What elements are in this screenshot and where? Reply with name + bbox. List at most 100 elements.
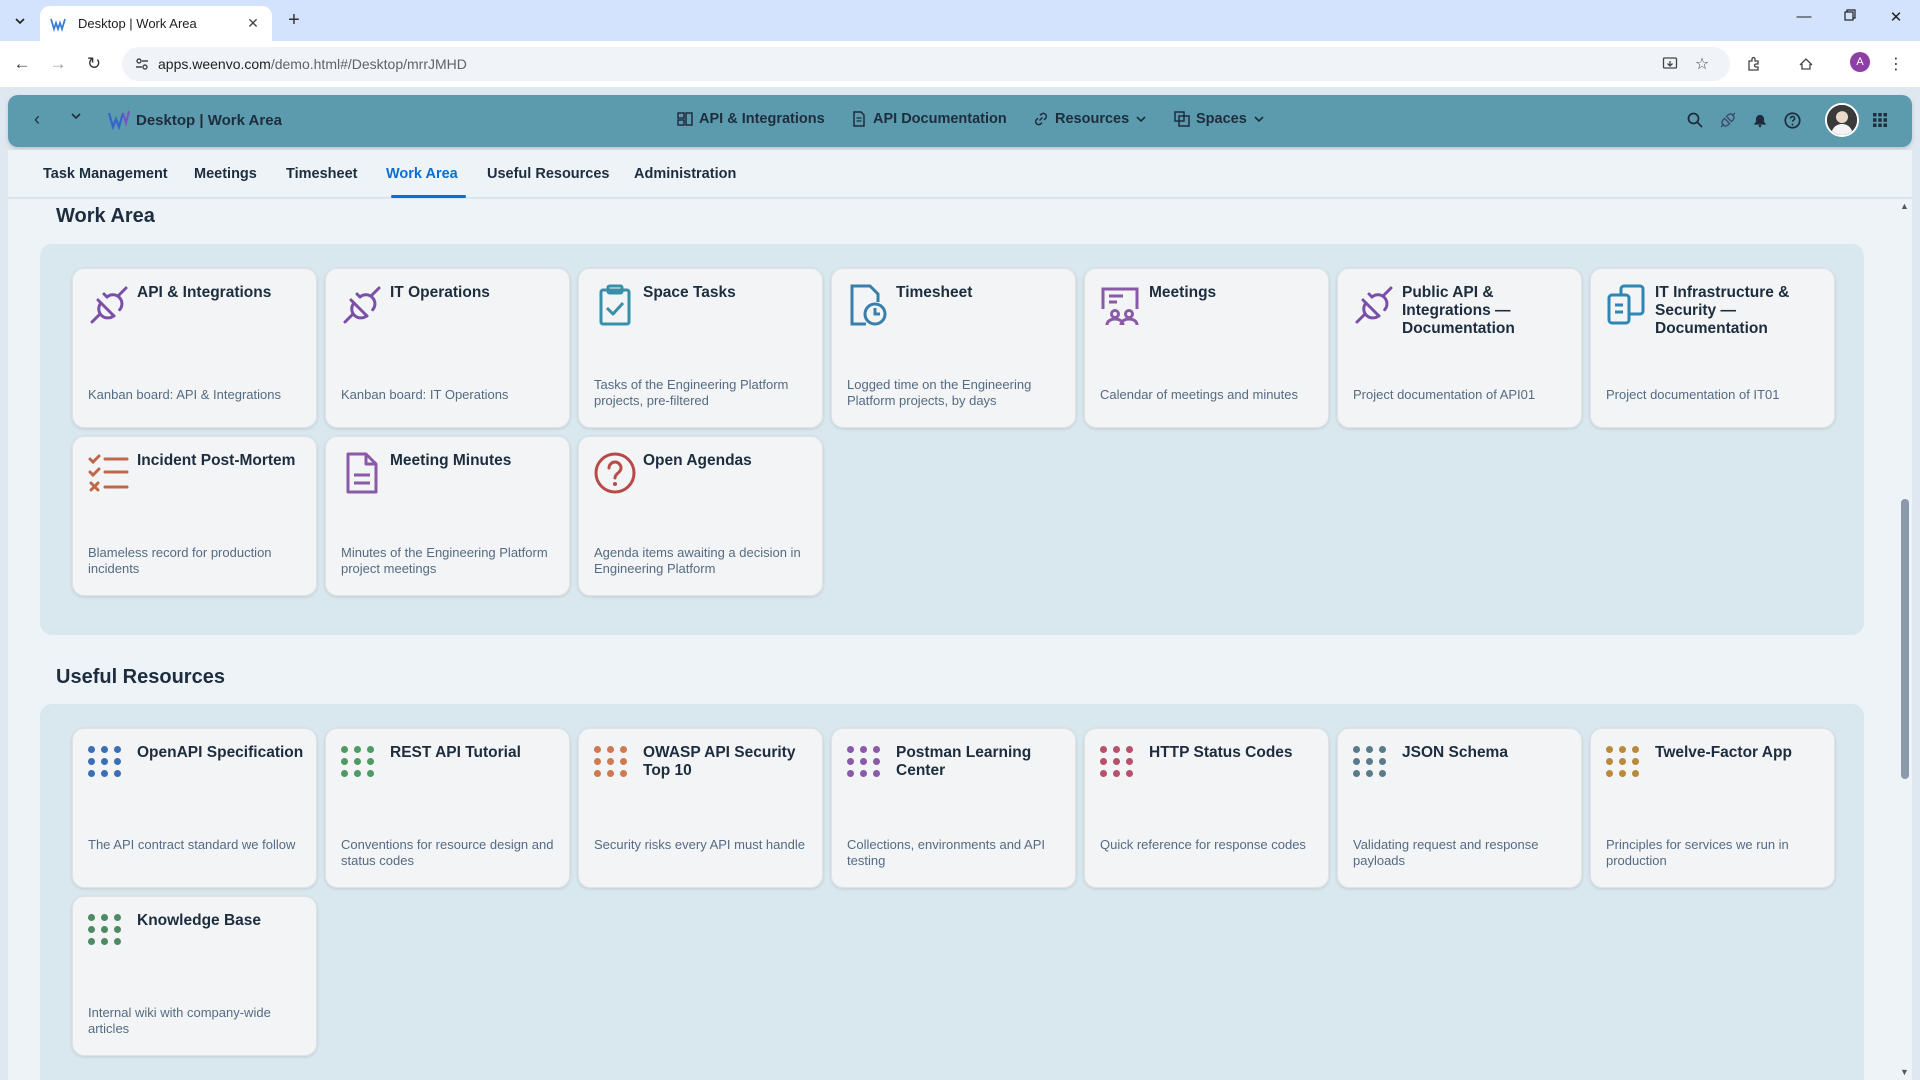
tab-useful-resources[interactable]: Useful Resources (487, 166, 610, 182)
dot (1379, 758, 1386, 765)
weenvo-favicon-icon (50, 18, 66, 32)
card-rest-api-tutorial[interactable]: REST API Tutorial Conventions for resour… (325, 728, 570, 888)
menu-resources[interactable]: Resources (1033, 111, 1147, 127)
card-json-schema[interactable]: JSON Schema Validating request and respo… (1337, 728, 1582, 888)
dots-grid-icon (341, 746, 381, 786)
documents-icon (1607, 284, 1645, 325)
card-it-infrastructure-documentation[interactable]: IT Infrastructure & Security — Documenta… (1590, 268, 1835, 428)
card-timesheet[interactable]: Timesheet Logged time on the Engineering… (831, 268, 1076, 428)
tab-search-chevron-icon[interactable] (8, 9, 32, 33)
active-tab-indicator (391, 195, 466, 198)
plug-icon[interactable] (1717, 109, 1739, 131)
weenvo-logo-icon (108, 110, 130, 130)
card-http-status-codes[interactable]: HTTP Status Codes Quick reference for re… (1084, 728, 1329, 888)
site-settings-icon[interactable] (134, 56, 150, 72)
card-public-api-documentation[interactable]: Public API & Integrations — Documentatio… (1337, 268, 1582, 428)
back-icon[interactable]: ← (10, 52, 34, 76)
bell-icon[interactable] (1749, 109, 1771, 131)
address-bar[interactable]: apps.weenvo.com/demo.html#/Desktop/mrrJM… (122, 47, 1730, 81)
card-title: Postman Learning Center (896, 744, 1032, 779)
menu-api-integrations[interactable]: API & Integrations (677, 111, 825, 127)
dot (1100, 746, 1107, 753)
close-window-icon[interactable]: ✕ (1884, 8, 1908, 26)
dot (607, 758, 614, 765)
dot (1606, 770, 1613, 777)
shell-dropdown-icon[interactable] (70, 109, 82, 125)
menu-spaces[interactable]: Spaces (1174, 111, 1265, 127)
url-text: apps.weenvo.com/demo.html#/Desktop/mrrJM… (158, 56, 467, 72)
dot (341, 758, 348, 765)
bookmark-star-icon[interactable]: ☆ (1690, 52, 1714, 76)
dot (341, 746, 348, 753)
tab-administration[interactable]: Administration (634, 166, 736, 182)
restore-icon[interactable] (1838, 8, 1862, 25)
profile-avatar[interactable]: A (1850, 52, 1870, 72)
minimize-icon[interactable]: — (1792, 8, 1816, 25)
menu-api-integrations-label: API & Integrations (699, 111, 825, 127)
scroll-down-icon[interactable]: ▼ (1900, 1067, 1909, 1077)
reload-icon[interactable]: ↻ (82, 52, 106, 76)
card-description: Kanban board: API & Integrations (88, 387, 281, 402)
dot (860, 758, 867, 765)
tab-meetings[interactable]: Meetings (194, 166, 257, 182)
card-description: Security risks every API must handle (594, 837, 805, 852)
apps-grid-icon[interactable] (1869, 109, 1891, 131)
dot (1379, 746, 1386, 753)
dot (114, 914, 121, 921)
install-app-icon[interactable] (1658, 52, 1682, 76)
user-avatar[interactable] (1825, 103, 1859, 137)
dot (114, 926, 121, 933)
dots-grid-icon (88, 914, 128, 954)
shell-back-icon[interactable]: ‹ (34, 109, 40, 130)
vertical-scrollbar[interactable]: ▲ ▼ (1898, 199, 1912, 1080)
dot (101, 938, 108, 945)
scroll-up-icon[interactable]: ▲ (1900, 201, 1909, 211)
tab-timesheet[interactable]: Timesheet (286, 166, 357, 182)
dot (1113, 746, 1120, 753)
card-knowledge-base[interactable]: Knowledge Base Internal wiki with compan… (72, 896, 317, 1056)
menu-resources-label: Resources (1055, 111, 1130, 127)
close-tab-icon[interactable]: ✕ (244, 15, 262, 32)
browser-menu-icon[interactable]: ⋮ (1884, 52, 1908, 76)
tab-work-area[interactable]: Work Area (386, 166, 458, 182)
extensions-icon[interactable] (1742, 52, 1766, 76)
dots-grid-icon (1353, 746, 1393, 786)
new-tab-icon[interactable]: + (282, 9, 306, 33)
card-openapi-specification[interactable]: OpenAPI Specification The API contract s… (72, 728, 317, 888)
card-api-integrations[interactable]: API & Integrations Kanban board: API & I… (72, 268, 317, 428)
dot (1353, 746, 1360, 753)
card-meetings[interactable]: Meetings Calendar of meetings and minute… (1084, 268, 1329, 428)
help-icon[interactable] (1781, 109, 1803, 131)
card-space-tasks[interactable]: Space Tasks Tasks of the Engineering Pla… (578, 268, 823, 428)
card-incident-post-mortem[interactable]: Incident Post-Mortem Blameless record fo… (72, 436, 317, 596)
card-it-operations[interactable]: IT Operations Kanban board: IT Operation… (325, 268, 570, 428)
browser-tab[interactable]: Desktop | Work Area ✕ (40, 6, 272, 41)
card-postman-learning-center[interactable]: Postman Learning Center Collections, env… (831, 728, 1076, 888)
browser-toolbar: ← → ↻ apps.weenvo.com/demo.html#/Desktop… (0, 41, 1920, 87)
card-description: Minutes of the Engineering Platform proj… (341, 545, 548, 576)
dot (88, 770, 95, 777)
card-owasp-api-security[interactable]: OWASP API Security Top 10 Security risks… (578, 728, 823, 888)
dot (101, 746, 108, 753)
dots-grid-icon (847, 746, 887, 786)
card-description: Calendar of meetings and minutes (1100, 387, 1299, 402)
forward-icon[interactable]: → (46, 52, 70, 76)
card-description: Conventions for resource design and stat… (341, 837, 554, 868)
browser-extension-icon[interactable] (1794, 52, 1818, 76)
plug-icon (1355, 286, 1393, 324)
card-open-agendas[interactable]: Open Agendas Agenda items awaiting a dec… (578, 436, 823, 596)
menu-api-documentation[interactable]: API Documentation (851, 111, 1007, 127)
card-description: Validating request and response payloads (1353, 837, 1539, 868)
card-twelve-factor-app[interactable]: Twelve-Factor App Principles for service… (1590, 728, 1835, 888)
clipboard-check-icon (599, 284, 631, 326)
useful-resources-title: Useful Resources (56, 666, 225, 688)
dot (354, 758, 361, 765)
dot (1632, 770, 1639, 777)
dot (1379, 770, 1386, 777)
checklist-icon (88, 454, 129, 492)
document-icon (853, 111, 865, 127)
scrollbar-thumb[interactable] (1901, 499, 1909, 779)
tab-task-management[interactable]: Task Management (43, 166, 168, 182)
card-meeting-minutes[interactable]: Meeting Minutes Minutes of the Engineeri… (325, 436, 570, 596)
search-icon[interactable] (1684, 109, 1706, 131)
